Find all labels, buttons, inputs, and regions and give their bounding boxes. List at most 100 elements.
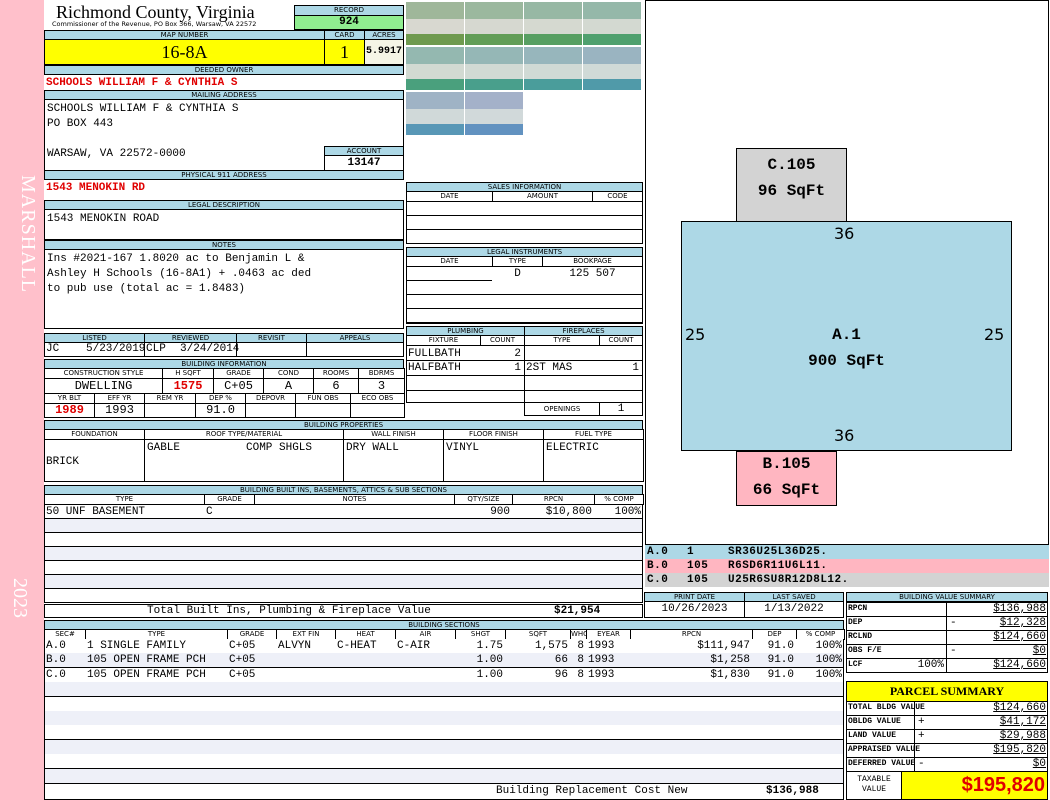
properties-cell: [144, 439, 344, 482]
legend-cell: U25R6SU8R12D8L12.: [728, 574, 849, 586]
property-photo[interactable]: [524, 47, 582, 90]
section-cell: 1993: [588, 654, 615, 667]
property-photo[interactable]: [583, 2, 641, 45]
table-row: [44, 696, 844, 712]
section-cell: 1.00: [476, 668, 503, 681]
section-cell: 8: [577, 668, 584, 681]
section-cell: 91.0: [767, 640, 794, 652]
dim-left: 25: [685, 325, 706, 344]
value-summary-label: BUILDING VALUE SUMMARY: [846, 592, 1048, 602]
listed-by: JC: [46, 343, 60, 355]
map-number: 16-8A: [44, 39, 325, 65]
builtins-total-value: $21,954: [554, 605, 601, 617]
table-row: [44, 711, 844, 726]
summary-label: RPCN: [848, 604, 868, 613]
parcel-label: DEFERRED VALUE: [848, 759, 916, 768]
property-photo[interactable]: [583, 47, 641, 90]
section-cell: 105 OPEN FRAME PCH: [87, 654, 206, 667]
plumbing-count-2: 1: [514, 362, 521, 374]
section-cell: $1,258: [710, 654, 750, 667]
summary-percent: 100%: [917, 659, 944, 671]
section-cell: 1.00: [476, 654, 503, 667]
section-cell: C-AIR: [397, 640, 431, 652]
bldg-value: [245, 403, 296, 418]
fireplace-count: 1: [632, 362, 639, 374]
mailing-line2: PO BOX 443: [47, 118, 114, 130]
legend-cell: R6SD6R11U6L11.: [728, 560, 828, 572]
section-cell: 100%: [815, 640, 842, 652]
owner-value: SCHOOLS WILLIAM F & CYNTHIA S: [46, 77, 238, 89]
legend-row: [645, 545, 1049, 559]
table-row: [44, 519, 643, 533]
county-title: Richmond County, Virginia: [56, 2, 255, 22]
property-photo[interactable]: [406, 92, 464, 135]
owner-label: DEEDED OWNER: [44, 65, 404, 75]
property-photo[interactable]: [406, 2, 464, 45]
bldg-value: C+05: [213, 378, 264, 394]
side-strip: [0, 0, 44, 800]
section-cell: $111,947: [697, 640, 750, 652]
notes-line3: to pub use (total ac = 1.8483): [47, 283, 246, 295]
openings-label: OPENINGS: [524, 402, 600, 416]
sections-total-row: [44, 783, 844, 800]
print-date: 10/26/2023: [644, 601, 745, 618]
table-row: [44, 768, 844, 784]
section-cell: C+05: [229, 668, 256, 681]
record-value: 924: [294, 15, 404, 30]
property-photo[interactable]: [465, 2, 523, 45]
builtins-cell: 50 UNF BASEMENT: [46, 506, 146, 518]
bldg-value: [350, 403, 405, 418]
parcel-value: $0: [1032, 758, 1046, 770]
builtins-total-label: Total Built Ins, Plumbing & Fireplace Va…: [147, 605, 431, 617]
summary-value: $124,660: [993, 631, 1046, 643]
table-row: [44, 561, 643, 575]
fireplace-type: 2ST MAS: [526, 362, 573, 374]
table-row: [44, 682, 844, 698]
section-cell: $1,830: [710, 668, 750, 681]
parcel-label: APPRAISED VALUE: [848, 745, 921, 754]
summary-label: DEP: [848, 618, 863, 627]
legend-cell: B.0: [647, 560, 669, 572]
properties-cell: [543, 439, 644, 482]
section-cell: 100%: [815, 668, 842, 681]
properties-cell: [343, 439, 444, 482]
table-row: [44, 725, 844, 741]
properties-cell: [443, 439, 544, 482]
builtins-header: RPCN: [512, 494, 595, 505]
builtins-header: % COMP: [594, 494, 644, 505]
table-row: [44, 754, 844, 770]
builtins-cell: C: [206, 506, 213, 518]
summary-value: $0: [1032, 645, 1046, 657]
section-cell: 105 OPEN FRAME PCH: [87, 668, 206, 681]
section-cell: C.0: [46, 668, 66, 681]
section-cell: 91.0: [767, 654, 794, 667]
table-row: [44, 547, 643, 561]
builtins-header: TYPE: [44, 494, 205, 505]
legend-cell: 105: [687, 560, 709, 572]
bldg-value: 6: [313, 378, 359, 394]
district-label: MARSHALL: [17, 175, 39, 294]
table-row: [44, 575, 643, 589]
section-cell: 8: [577, 654, 584, 667]
reviewed-date: 3/24/2014: [180, 343, 240, 355]
bldg-value: [295, 403, 351, 418]
property-photo[interactable]: [524, 2, 582, 45]
section-cell: 96: [554, 668, 568, 681]
builtins-header: QTY/SIZE: [454, 494, 513, 505]
property-photo[interactable]: [465, 92, 523, 135]
plumbing-count-1: 2: [514, 348, 521, 360]
taxable-value: $195,820: [901, 771, 1048, 800]
legend-cell: A.0: [647, 546, 669, 558]
property-photo[interactable]: [406, 47, 464, 90]
instrument-bookpage: 125 507: [543, 267, 642, 281]
legend-cell: C.0: [647, 574, 669, 586]
property-photo[interactable]: [465, 47, 523, 90]
instrument-type: D: [492, 267, 543, 281]
mailing-line1: SCHOOLS WILLIAM F & CYNTHIA S: [47, 103, 239, 115]
revisit-cell: [236, 342, 307, 357]
section-cell: 1.75: [476, 640, 503, 652]
parcel-value: $29,988: [999, 730, 1046, 742]
dim-bottom: 36: [834, 426, 855, 445]
parcel-value: $41,172: [999, 716, 1046, 728]
summary-value: $136,988: [993, 603, 1046, 615]
